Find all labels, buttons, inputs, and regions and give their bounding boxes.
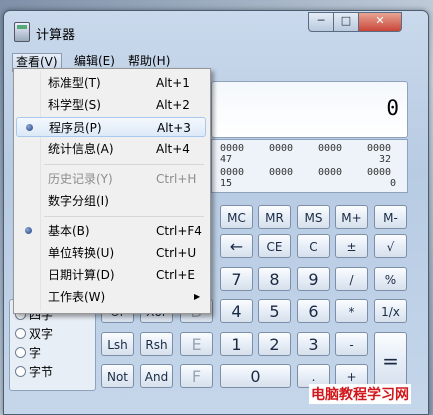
menu-item-scientific-shortcut: Alt+2 [156,98,190,112]
menu-item-basic[interactable]: 基本(B) Ctrl+F4 [16,221,206,241]
bits-index-15: 15 [220,178,233,189]
digit-0-button[interactable]: 0 [220,364,291,388]
radio-byte[interactable]: 字节 [15,363,53,381]
bits-index-47: 47 [220,154,233,165]
menu-item-programmer-label: 程序员(P) [49,121,102,135]
bits-row1-3[interactable]: 0000 [367,143,391,154]
bits-row2-3[interactable]: 0000 [367,167,391,178]
menu-item-scientific-label: 科学型(S) [48,98,101,112]
menu-item-history[interactable]: 历史记录(Y) Ctrl+H [16,169,206,189]
ms-button[interactable]: MS [297,205,330,229]
window-title: 计算器 [36,28,76,43]
menu-item-worksheets-label: 工作表(W) [48,290,106,304]
menu-item-statistics[interactable]: 统计信息(A) Alt+4 [16,139,206,159]
radio-word[interactable]: 字 [15,344,41,362]
display-value: 0 [386,96,399,120]
digit-4-button[interactable]: 4 [220,299,253,323]
menu-item-worksheets[interactable]: 工作表(W) ▶ [16,287,206,307]
calculator-icon [14,22,30,42]
menu-item-statistics-label: 统计信息(A) [48,142,114,156]
bits-row2-0[interactable]: 0000 [220,167,244,178]
menu-item-history-label: 历史记录(Y) [48,172,113,186]
mminus-button[interactable]: M- [374,205,407,229]
radio-dword-label: 双字 [29,327,54,341]
digit-7-button[interactable]: 7 [220,267,253,291]
menu-item-unit-conversion-label: 单位转换(U) [48,246,115,260]
title-bar[interactable]: 计算器 ─ □ ✕ [4,11,428,45]
bits-index-0: 0 [390,178,397,189]
and-button[interactable]: And [140,364,173,388]
selected-radio-icon [26,124,33,131]
menu-item-standard[interactable]: 标准型(T) Alt+1 [16,73,206,93]
menu-separator [44,164,204,165]
percent-button[interactable]: % [374,267,407,291]
submenu-arrow-icon: ▶ [194,292,201,301]
mc-button[interactable]: MC [220,205,253,229]
menu-item-date-calculation-shortcut: Ctrl+E [156,268,195,282]
multiply-button[interactable]: * [335,299,368,323]
menu-item-statistics-shortcut: Alt+4 [156,142,190,156]
clear-button[interactable]: C [297,234,330,258]
menu-item-date-calculation[interactable]: 日期计算(D) Ctrl+E [16,265,206,285]
menu-item-unit-conversion-shortcut: Ctrl+U [156,246,197,260]
menu-item-unit-conversion[interactable]: 单位转换(U) Ctrl+U [16,243,206,263]
menu-separator [44,216,204,217]
bits-row1-2[interactable]: 0000 [318,143,342,154]
maximize-button[interactable]: □ [333,12,359,32]
bits-row2-1[interactable]: 0000 [269,167,293,178]
watermark-text: 电脑教程学习网 [309,384,411,404]
radio-byte-label: 字节 [29,365,54,379]
hex-e-button[interactable]: E [180,332,213,356]
menu-item-programmer-shortcut: Alt+3 [157,121,191,135]
radio-word-label: 字 [29,346,42,360]
not-button[interactable]: Not [101,364,134,388]
equals-button[interactable]: = [374,332,407,388]
hex-f-button[interactable]: F [180,364,213,388]
digit-8-button[interactable]: 8 [258,267,291,291]
digit-3-button[interactable]: 3 [297,332,330,356]
bits-row1-0[interactable]: 0000 [220,143,244,154]
plusminus-button[interactable]: ± [335,234,368,258]
menu-item-digit-grouping-label: 数字分组(I) [48,194,109,208]
mplus-button[interactable]: M+ [335,205,368,229]
sqrt-button[interactable]: √ [374,234,407,258]
selected-radio-icon [25,227,32,234]
digit-9-button[interactable]: 9 [297,267,330,291]
backspace-button[interactable]: ← [220,234,253,258]
menu-item-scientific[interactable]: 科学型(S) Alt+2 [16,95,206,115]
digit-2-button[interactable]: 2 [258,332,291,356]
close-button[interactable]: ✕ [358,12,402,32]
menu-item-basic-label: 基本(B) [48,224,90,238]
lsh-button[interactable]: Lsh [101,332,134,356]
digit-6-button[interactable]: 6 [297,299,330,323]
menu-item-programmer[interactable]: 程序员(P) Alt+3 [16,117,206,137]
bit-display: 0000 0000 0000 0000 47 32 0000 0000 0000… [211,139,408,193]
result-display: 0 [211,81,408,138]
radio-dword[interactable]: 双字 [15,325,53,343]
menu-item-standard-label: 标准型(T) [48,76,101,90]
rsh-button[interactable]: Rsh [140,332,173,356]
subtract-button[interactable]: - [335,332,368,356]
digit-5-button[interactable]: 5 [258,299,291,323]
menu-item-history-shortcut: Ctrl+H [156,172,197,186]
reciprocal-button[interactable]: 1/x [374,299,407,323]
bits-index-32: 32 [379,154,392,165]
menu-item-date-calculation-label: 日期计算(D) [48,268,115,282]
menu-item-basic-shortcut: Ctrl+F4 [156,224,202,238]
mr-button[interactable]: MR [258,205,291,229]
divide-button[interactable]: / [335,267,368,291]
minimize-button[interactable]: ─ [308,12,334,32]
ce-button[interactable]: CE [258,234,291,258]
view-dropdown-menu: 标准型(T) Alt+1 科学型(S) Alt+2 程序员(P) Alt+3 统… [13,68,211,314]
menu-item-standard-shortcut: Alt+1 [156,76,190,90]
digit-1-button[interactable]: 1 [220,332,253,356]
bits-row1-1[interactable]: 0000 [269,143,293,154]
bits-row2-2[interactable]: 0000 [318,167,342,178]
menu-item-digit-grouping[interactable]: 数字分组(I) [16,191,206,211]
